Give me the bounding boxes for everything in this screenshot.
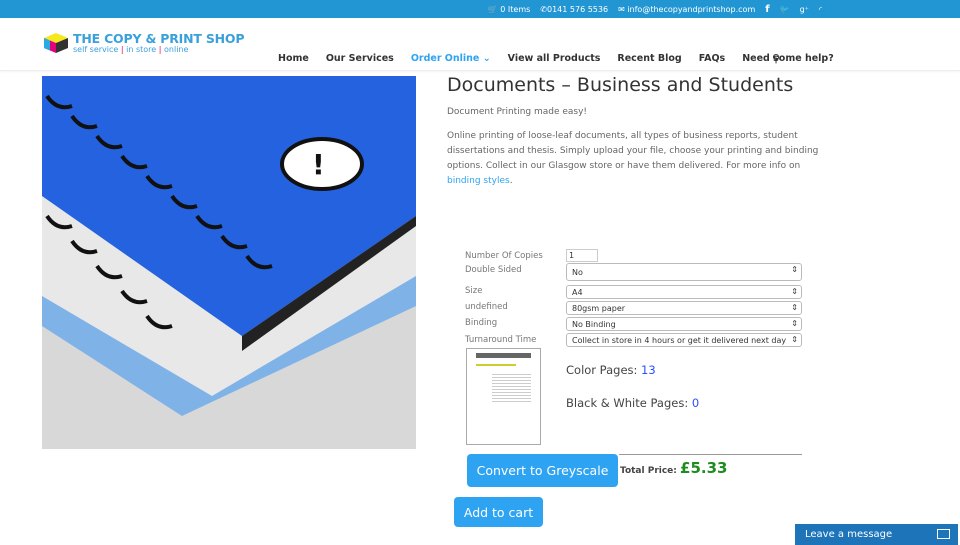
nav-our-services[interactable]: Our Services — [326, 53, 394, 64]
double-sided-label: Double Sided — [465, 265, 522, 275]
nav-recent-blog[interactable]: Recent Blog — [617, 53, 681, 64]
bw-pages: Black & White Pages: 0 — [566, 396, 700, 410]
facebook-icon[interactable]: f — [765, 4, 769, 15]
document-preview-thumbnail — [466, 348, 541, 445]
rss-icon[interactable]: ◜ — [819, 5, 822, 14]
nav-help[interactable]: Need some help? — [742, 53, 834, 64]
logo-tagline: self service | in store | online — [73, 44, 189, 54]
binding-label: Binding — [465, 318, 498, 328]
size-select[interactable]: A4 — [566, 285, 802, 299]
logo-cube-icon — [44, 33, 68, 53]
nav-order-online[interactable]: Order Online ⌄ — [411, 53, 491, 64]
top-bar: 🛒 0 Items ✆0141 576 5536 ✉ info@thecopya… — [0, 0, 960, 18]
size-label: Size — [465, 286, 483, 296]
double-sided-select[interactable]: No — [566, 263, 802, 281]
divider — [619, 454, 802, 455]
total-price: Total Price: £5.33 — [620, 459, 728, 477]
logo[interactable]: THE COPY & PRINT SHOP self service | in … — [42, 30, 245, 54]
main-nav: Home Our Services Order Online ⌄ View al… — [278, 53, 834, 64]
chevron-down-icon: ⌄ — [482, 53, 491, 64]
search-icon[interactable]: ⚲ — [772, 52, 780, 65]
copies-label: Number Of Copies — [465, 251, 543, 261]
turnaround-select[interactable]: Collect in store in 4 hours or get it de… — [566, 333, 802, 347]
header: THE COPY & PRINT SHOP self service | in … — [0, 18, 960, 71]
convert-greyscale-button[interactable]: Convert to Greyscale — [467, 454, 618, 487]
chat-icon — [937, 529, 950, 539]
twitter-icon[interactable]: 🐦 — [780, 5, 790, 14]
svg-text:!: ! — [312, 148, 325, 181]
turnaround-label: Turnaround Time — [465, 335, 537, 345]
cart-link[interactable]: 🛒 0 Items — [488, 5, 531, 14]
product-subtitle: Document Printing made easy! — [447, 107, 588, 117]
product-title: Documents – Business and Students — [447, 74, 794, 96]
color-pages: Color Pages: 13 — [566, 363, 656, 377]
binding-select[interactable]: No Binding — [566, 317, 802, 331]
email-link[interactable]: ✉ info@thecopyandprintshop.com — [618, 5, 755, 14]
product-image: ! — [42, 76, 416, 449]
phone: ✆0141 576 5536 — [540, 4, 609, 14]
logo-title: THE COPY & PRINT SHOP — [73, 30, 245, 46]
binding-styles-link[interactable]: binding styles — [447, 176, 510, 186]
copies-input[interactable]: 1 — [566, 249, 598, 262]
paper-select[interactable]: 80gsm paper — [566, 301, 802, 315]
add-to-cart-button[interactable]: Add to cart — [454, 497, 543, 527]
paper-label: undefined — [465, 302, 508, 312]
product-description: Online printing of loose-leaf documents,… — [447, 131, 819, 186]
nav-faqs[interactable]: FAQs — [699, 53, 725, 64]
nav-view-all-products[interactable]: View all Products — [508, 53, 601, 64]
google-plus-icon[interactable]: g⁺ — [800, 5, 809, 14]
nav-home[interactable]: Home — [278, 53, 309, 64]
leave-message-widget[interactable]: Leave a message — [795, 524, 958, 545]
